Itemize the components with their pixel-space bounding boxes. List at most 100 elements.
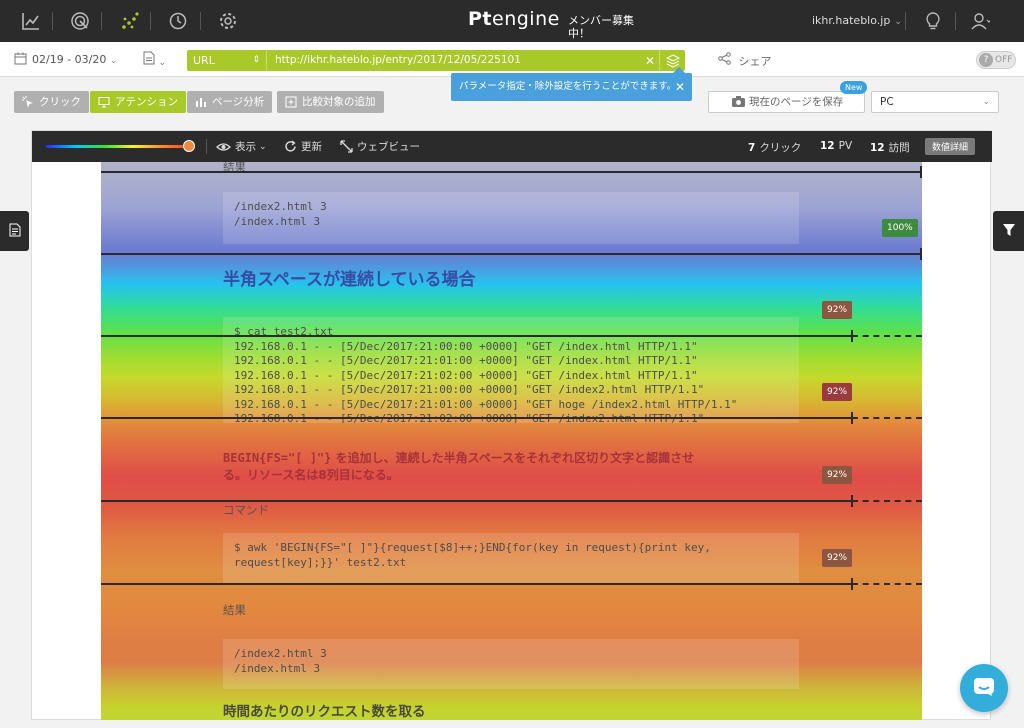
code-line: 192.168.0.1 - - [5/Dec/2017:21:01:00 +00…	[234, 354, 698, 367]
clicks-stat: 7 クリック	[748, 142, 802, 154]
chevron-down-icon: ⌄	[109, 56, 118, 66]
nav-divider	[955, 12, 956, 30]
heatmap-page-preview: 結果 /index2.html 3 /index.html 3 半角スペースが連…	[101, 162, 922, 720]
fold-percentage-badge: 100%	[882, 219, 918, 237]
heatmap-toolbar: 表示 ⌄ 更新 ウェブビュー 7 クリック 12 PV 12 訪問 数値詳細	[32, 131, 992, 162]
paragraph: BEGIN{FS="[ ]"} を追加し、連続した半角スペースをそれぞれ区切り文…	[223, 451, 695, 482]
code-line: /index2.html 3	[234, 647, 327, 660]
date-range-picker[interactable]: 02/19 - 03/20 ⌄	[14, 52, 117, 68]
eye-icon	[216, 142, 231, 151]
code-block: $ awk 'BEGIN{FS="[ ]"}{request[$8]++;}EN…	[223, 533, 799, 583]
line-chart-icon[interactable]	[21, 11, 41, 31]
fold-line	[101, 578, 922, 590]
display-menu[interactable]: 表示 ⌄	[216, 139, 267, 154]
save-page-button[interactable]: 現在のページを保存	[708, 91, 865, 113]
code-line: 192.168.0.1 - - [5/Dec/2017:21:00:00 +00…	[234, 339, 698, 353]
close-icon[interactable]: ✕	[675, 73, 685, 101]
monitor-icon	[98, 96, 110, 108]
fold-line	[101, 248, 922, 260]
target-icon[interactable]	[70, 11, 90, 31]
heatmap-legend	[46, 145, 191, 148]
legend-slider-handle[interactable]	[183, 140, 195, 152]
nav-divider	[52, 12, 53, 30]
url-input[interactable]: http://ikhr.hateblo.jp/entry/2017/12/05/…	[267, 50, 641, 71]
code-block: /index2.html 3 /index.html 3	[223, 192, 799, 244]
clock-icon[interactable]	[168, 11, 188, 31]
help-toggle[interactable]: ? OFF	[976, 51, 1016, 69]
result-label: 結果	[223, 603, 246, 617]
fold-percentage-badge: 92%	[822, 301, 853, 319]
dots-icon[interactable]	[120, 11, 140, 31]
chat-button[interactable]	[960, 664, 1008, 712]
nav-divider	[200, 12, 201, 30]
heatmap-panel: 表示 ⌄ 更新 ウェブビュー 7 クリック 12 PV 12 訪問 数値詳細 結果 /i…	[31, 130, 992, 720]
question-icon: ?	[979, 53, 993, 67]
visits-stat: 12 訪問	[870, 142, 910, 154]
fold-percentage-badge: 92%	[822, 383, 853, 401]
code-line: 192.168.0.1 - - [5/Dec/2017:21:02:00 +00…	[234, 368, 698, 382]
tab-page-analysis[interactable]: ページ分析	[187, 91, 273, 113]
calendar-icon	[14, 52, 27, 68]
account-menu[interactable]: ikhr.hateblo.jp ⌄	[812, 14, 902, 27]
command-label: コマンド	[223, 503, 269, 517]
device-select[interactable]: PC ⌄	[871, 91, 999, 113]
nav-divider	[905, 12, 906, 30]
updown-icon: ⇕	[252, 55, 260, 65]
chevron-down-icon: ⌄	[158, 58, 167, 68]
code-line: /index.html 3	[234, 661, 321, 675]
tab-attention[interactable]: アテンション	[90, 91, 186, 113]
code-line: /index2.html 3	[234, 200, 327, 213]
close-icon[interactable]: ✕	[641, 54, 659, 68]
result-label: 結果	[223, 162, 246, 174]
chevron-down-icon: ⌄	[259, 141, 267, 152]
url-filter: URL ⇕ http://ikhr.hateblo.jp/entry/2017/1…	[187, 50, 685, 71]
webview-button[interactable]: ウェブビュー	[340, 139, 420, 154]
parameter-tooltip: パラメータ指定・除外設定を行うことができます。 ✕	[451, 67, 692, 101]
filter-tab[interactable]	[993, 211, 1024, 251]
click-icon	[22, 96, 34, 108]
divider	[206, 139, 207, 154]
code-block: /index2.html 3 /index.html 3	[223, 639, 799, 689]
refresh-icon	[285, 140, 296, 152]
fold-percentage-badge: 92%	[822, 466, 853, 484]
fold-line	[101, 412, 922, 424]
section-heading: 半角スペースが連続している場合	[223, 270, 476, 290]
camera-icon	[731, 95, 746, 115]
page-select-button[interactable]: ⌄	[143, 51, 166, 68]
add-comparison-button[interactable]: 比較対象の追加	[277, 91, 384, 113]
fold-line	[101, 166, 922, 178]
chat-icon	[973, 677, 995, 700]
ptengine-logo[interactable]: Ptengine	[468, 8, 560, 30]
detail-button[interactable]: 数値詳細	[925, 138, 976, 155]
gear-icon[interactable]	[218, 11, 238, 31]
share-icon	[718, 52, 731, 68]
code-line: 192.168.0.1 - - [5/Dec/2017:21:00:00 +00…	[234, 383, 705, 396]
pv-stat: 12 PV	[820, 140, 853, 152]
inline-code: BEGIN{FS="[ ]"}	[223, 451, 332, 465]
recruit-link[interactable]: メンバー募集 中！	[568, 14, 638, 40]
code-line: /index.html 3	[234, 214, 321, 228]
page-list-tab[interactable]	[0, 211, 29, 251]
refresh-button[interactable]: 更新	[284, 139, 322, 154]
code-line: request[key];}}' test2.txt	[234, 555, 407, 569]
code-line: $ awk 'BEGIN{FS="[ ]"}{request[$8]++;}EN…	[234, 541, 711, 554]
add-page-icon	[285, 96, 297, 108]
chevron-down-icon: ⌄	[982, 97, 990, 107]
chevron-down-icon: ⌄	[894, 17, 902, 27]
nav-divider	[150, 12, 151, 30]
bar-chart-icon	[195, 96, 207, 108]
nav-divider	[101, 12, 102, 30]
tab-click[interactable]: クリック	[14, 91, 89, 113]
fold-line	[101, 330, 922, 342]
user-icon[interactable]	[970, 11, 992, 31]
document-icon	[9, 223, 21, 240]
document-icon	[143, 51, 155, 68]
share-button[interactable]: シェア	[718, 52, 772, 69]
code-line: $ cat test2.txt	[234, 325, 334, 338]
code-line: 192.168.0.1 - - [5/Dec/2017:21:01:00 +00…	[234, 397, 738, 411]
lightbulb-icon[interactable]	[923, 11, 943, 31]
code-block: $ cat test2.txt 192.168.0.1 - - [5/Dec/2…	[223, 317, 799, 423]
expand-icon	[340, 140, 353, 153]
url-type-select[interactable]: URL ⇕	[187, 50, 267, 71]
heatmap-mode-tabs: クリック アテンション ページ分析	[14, 91, 273, 113]
